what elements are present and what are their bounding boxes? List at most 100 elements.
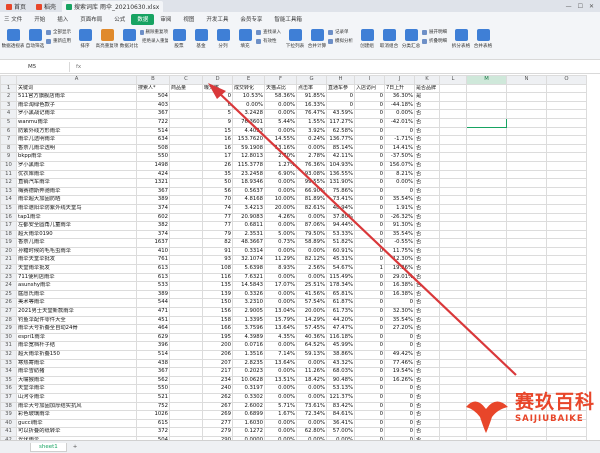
cell[interactable] (506, 83, 547, 94)
cell[interactable]: 85.14% (326, 143, 355, 154)
cell[interactable]: 76.47% (296, 109, 327, 119)
cell[interactable] (506, 160, 547, 171)
ribbon-fill-button[interactable]: 填充 (234, 26, 256, 49)
cell[interactable] (439, 195, 467, 205)
cell[interactable]: 117.27% (326, 117, 355, 128)
cell[interactable]: 3.4213 (232, 203, 265, 214)
cell[interactable]: 13.64% (264, 358, 297, 369)
cell[interactable] (169, 152, 203, 162)
menu-item-7[interactable]: 视图 (177, 14, 200, 25)
cell[interactable]: 雨伞雪紡猪 (16, 367, 137, 377)
cell[interactable]: 20.9083 (232, 212, 265, 223)
cell[interactable]: 521 (136, 392, 170, 403)
cell[interactable] (169, 109, 203, 119)
cell[interactable]: 5 (202, 109, 233, 119)
cell[interactable]: 否 (414, 246, 440, 257)
ribbon-expand-detail-button[interactable]: 展开明细 (422, 29, 450, 35)
cell[interactable]: 70 (202, 195, 233, 205)
cell[interactable] (439, 324, 467, 334)
ribbon-ungroup-button[interactable]: 取消组合 (378, 26, 400, 49)
cell[interactable]: 否 (414, 367, 440, 377)
row-header[interactable]: 41 (0, 427, 17, 437)
cell[interactable] (439, 350, 467, 360)
cell[interactable] (466, 221, 507, 231)
cell[interactable]: 否 (414, 350, 440, 360)
menu-item-0[interactable]: 三 文件 (0, 14, 28, 25)
cell[interactable]: 464 (136, 324, 170, 334)
cell[interactable] (439, 238, 467, 248)
cell[interactable]: 0 (354, 298, 385, 309)
cell[interactable] (466, 315, 507, 326)
cell[interactable]: 45.99% (326, 341, 355, 351)
cell[interactable]: 否 (414, 418, 440, 429)
cell[interactable]: 0 (202, 92, 233, 102)
cell[interactable]: 0.3326 (232, 289, 265, 300)
cell[interactable] (506, 272, 547, 283)
cell[interactable]: 73.61% (296, 401, 327, 412)
cell[interactable]: 否 (414, 135, 440, 145)
row-header[interactable]: 28 (0, 315, 17, 326)
cell[interactable]: 孙糖时候的毛毛虫雨伞 (16, 246, 137, 257)
cell[interactable]: 83.42% (326, 401, 355, 412)
cell[interactable] (466, 126, 507, 137)
cell[interactable]: 121.37% (326, 392, 355, 403)
row-header[interactable]: 13 (0, 186, 17, 197)
cell[interactable]: 否 (414, 384, 440, 394)
menu-item-3[interactable]: 页面布局 (74, 14, 108, 25)
cell[interactable]: 0 (384, 298, 415, 309)
cell[interactable] (169, 92, 203, 102)
cell[interactable]: 2.8235 (232, 358, 265, 369)
cell[interactable]: 374 (136, 229, 170, 240)
cell[interactable]: tap1雨伞 (16, 212, 137, 223)
cell[interactable]: 1 (354, 264, 385, 274)
cell[interactable] (169, 117, 203, 128)
cell[interactable]: 6.90% (264, 169, 297, 180)
cell[interactable]: 0 (354, 109, 385, 119)
cell[interactable] (169, 272, 203, 283)
cell[interactable]: 54.67% (326, 264, 355, 274)
column-header-B[interactable]: B (136, 75, 170, 85)
cell[interactable]: 87.06% (296, 221, 327, 231)
cell[interactable] (169, 401, 203, 412)
cell[interactable]: 156 (202, 307, 233, 317)
cell[interactable]: 18.42% (296, 375, 327, 386)
cell[interactable]: 104.93% (326, 160, 355, 171)
cell[interactable]: 135 (202, 281, 233, 291)
cell[interactable] (466, 255, 507, 266)
cell[interactable] (439, 289, 467, 300)
row-header[interactable]: 34 (0, 367, 17, 377)
ribbon-stock-button[interactable]: 股票 (168, 26, 190, 49)
cell[interactable] (506, 264, 547, 274)
cell[interactable]: 否 (414, 298, 440, 309)
cell[interactable] (506, 212, 547, 223)
cell[interactable] (546, 195, 587, 205)
cell[interactable]: 0 (384, 341, 415, 351)
cell[interactable]: 3.92% (296, 126, 327, 137)
cell[interactable]: 37.80% (326, 212, 355, 223)
ribbon-show-all-button[interactable]: 全部显示 (46, 29, 74, 35)
row-header[interactable]: 5 (0, 117, 17, 128)
cell[interactable]: 否 (414, 143, 440, 154)
cell[interactable]: 0.00% (384, 109, 415, 119)
cell[interactable]: 0 (354, 152, 385, 162)
cell[interactable] (546, 272, 587, 283)
cell[interactable] (466, 92, 507, 102)
cell[interactable] (169, 203, 203, 214)
cell[interactable] (439, 264, 467, 274)
cell[interactable]: 天堂雨伞批发 (16, 264, 137, 274)
cell[interactable]: 77 (202, 221, 233, 231)
cell[interactable]: 优衣库雨伞 (16, 169, 137, 180)
cell[interactable]: 9 (202, 117, 233, 128)
cell[interactable]: 47.47% (326, 324, 355, 334)
cell[interactable] (169, 212, 203, 223)
column-header-D[interactable]: D (202, 75, 233, 85)
cell[interactable] (466, 281, 507, 291)
cell[interactable] (439, 358, 467, 369)
cell[interactable]: 372 (136, 427, 170, 437)
row-header[interactable]: 6 (0, 126, 17, 137)
menu-item-8[interactable]: 开发工具 (200, 14, 234, 25)
cell[interactable] (169, 221, 203, 231)
ribbon-fund-button[interactable]: 基金 (190, 26, 212, 49)
tab-docer[interactable]: 稻壳 (32, 1, 60, 12)
cell[interactable] (169, 350, 203, 360)
